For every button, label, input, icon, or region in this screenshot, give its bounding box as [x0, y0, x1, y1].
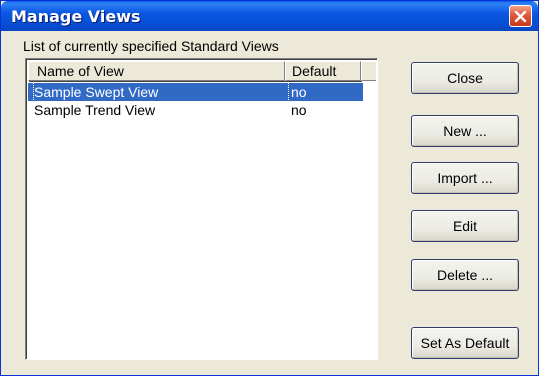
view-default-cell: no [291, 84, 307, 100]
list-rows: Sample Swept View no Sample Trend View n… [28, 82, 376, 119]
new-button[interactable]: New ... [411, 115, 519, 147]
window-title: Manage Views [11, 7, 141, 26]
views-list[interactable]: Name of View Default Sample Swept View n… [25, 58, 378, 360]
close-button[interactable]: Close [411, 62, 519, 94]
title-bar[interactable]: Manage Views [1, 1, 538, 31]
delete-button[interactable]: Delete ... [411, 259, 519, 291]
window-close-button[interactable] [509, 5, 532, 27]
list-caption: List of currently specified Standard Vie… [23, 38, 279, 54]
set-as-default-button[interactable]: Set As Default [411, 327, 519, 359]
edit-button[interactable]: Edit [411, 210, 519, 242]
manage-views-dialog: Manage Views List of currently specified… [0, 0, 539, 376]
list-row[interactable]: Sample Trend View no [28, 101, 376, 119]
view-default-cell: no [291, 102, 307, 118]
column-header-default[interactable]: Default [285, 61, 361, 81]
list-row[interactable]: Sample Swept View no [28, 82, 363, 102]
list-header: Name of View Default [28, 61, 376, 81]
column-header-filler [361, 61, 376, 81]
view-name-cell: Sample Trend View [34, 102, 156, 118]
import-button[interactable]: Import ... [411, 162, 519, 194]
view-name-cell: Sample Swept View [33, 82, 289, 102]
column-header-name[interactable]: Name of View [28, 61, 285, 81]
